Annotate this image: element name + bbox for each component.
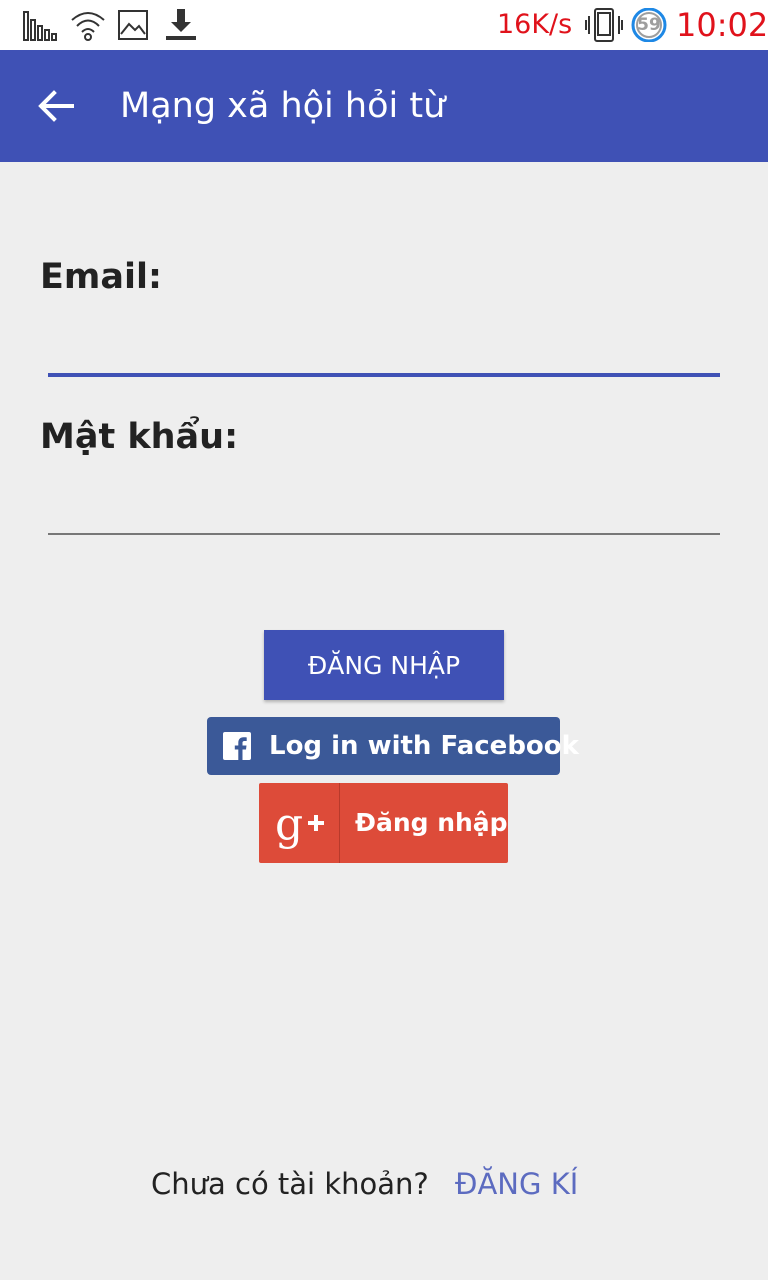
battery-level: 59 <box>637 15 661 35</box>
google-button-divider <box>339 783 340 863</box>
no-account-text: Chưa có tài khoản? <box>151 1167 429 1201</box>
facebook-login-label: Log in with Facebook <box>269 731 579 761</box>
password-field[interactable] <box>48 486 720 530</box>
page-title: Mạng xã hội hỏi từ <box>120 86 446 126</box>
app-bar: Mạng xã hội hỏi từ <box>0 50 768 162</box>
register-link[interactable]: ĐĂNG KÍ <box>455 1164 578 1204</box>
google-login-label: Đăng nhập <box>355 808 508 837</box>
battery-badge-icon: 59 <box>629 8 669 42</box>
signal-bars-icon <box>23 11 57 41</box>
email-field[interactable] <box>48 326 720 370</box>
facebook-icon <box>223 732 251 760</box>
vibrate-icon <box>585 8 623 42</box>
download-icon <box>166 9 196 40</box>
status-bar: 16K/s 59 10:02 <box>0 0 768 50</box>
clock: 10:02 <box>676 6 768 44</box>
google-plus-icon: g <box>275 799 324 850</box>
login-button[interactable]: ĐĂNG NHẬP <box>264 630 504 700</box>
network-speed: 16K/s <box>497 9 573 40</box>
password-underline <box>48 533 720 535</box>
back-button[interactable] <box>28 78 84 134</box>
google-login-button[interactable]: g Đăng nhập <box>259 783 508 863</box>
wifi-icon <box>71 12 105 41</box>
arrow-left-icon <box>38 90 74 122</box>
image-icon <box>118 10 148 40</box>
password-label: Mật khẩu: <box>40 417 239 457</box>
svg-text:g: g <box>275 799 303 850</box>
facebook-login-button[interactable]: Log in with Facebook <box>207 717 579 775</box>
email-label: Email: <box>40 257 162 297</box>
email-underline <box>48 373 720 377</box>
